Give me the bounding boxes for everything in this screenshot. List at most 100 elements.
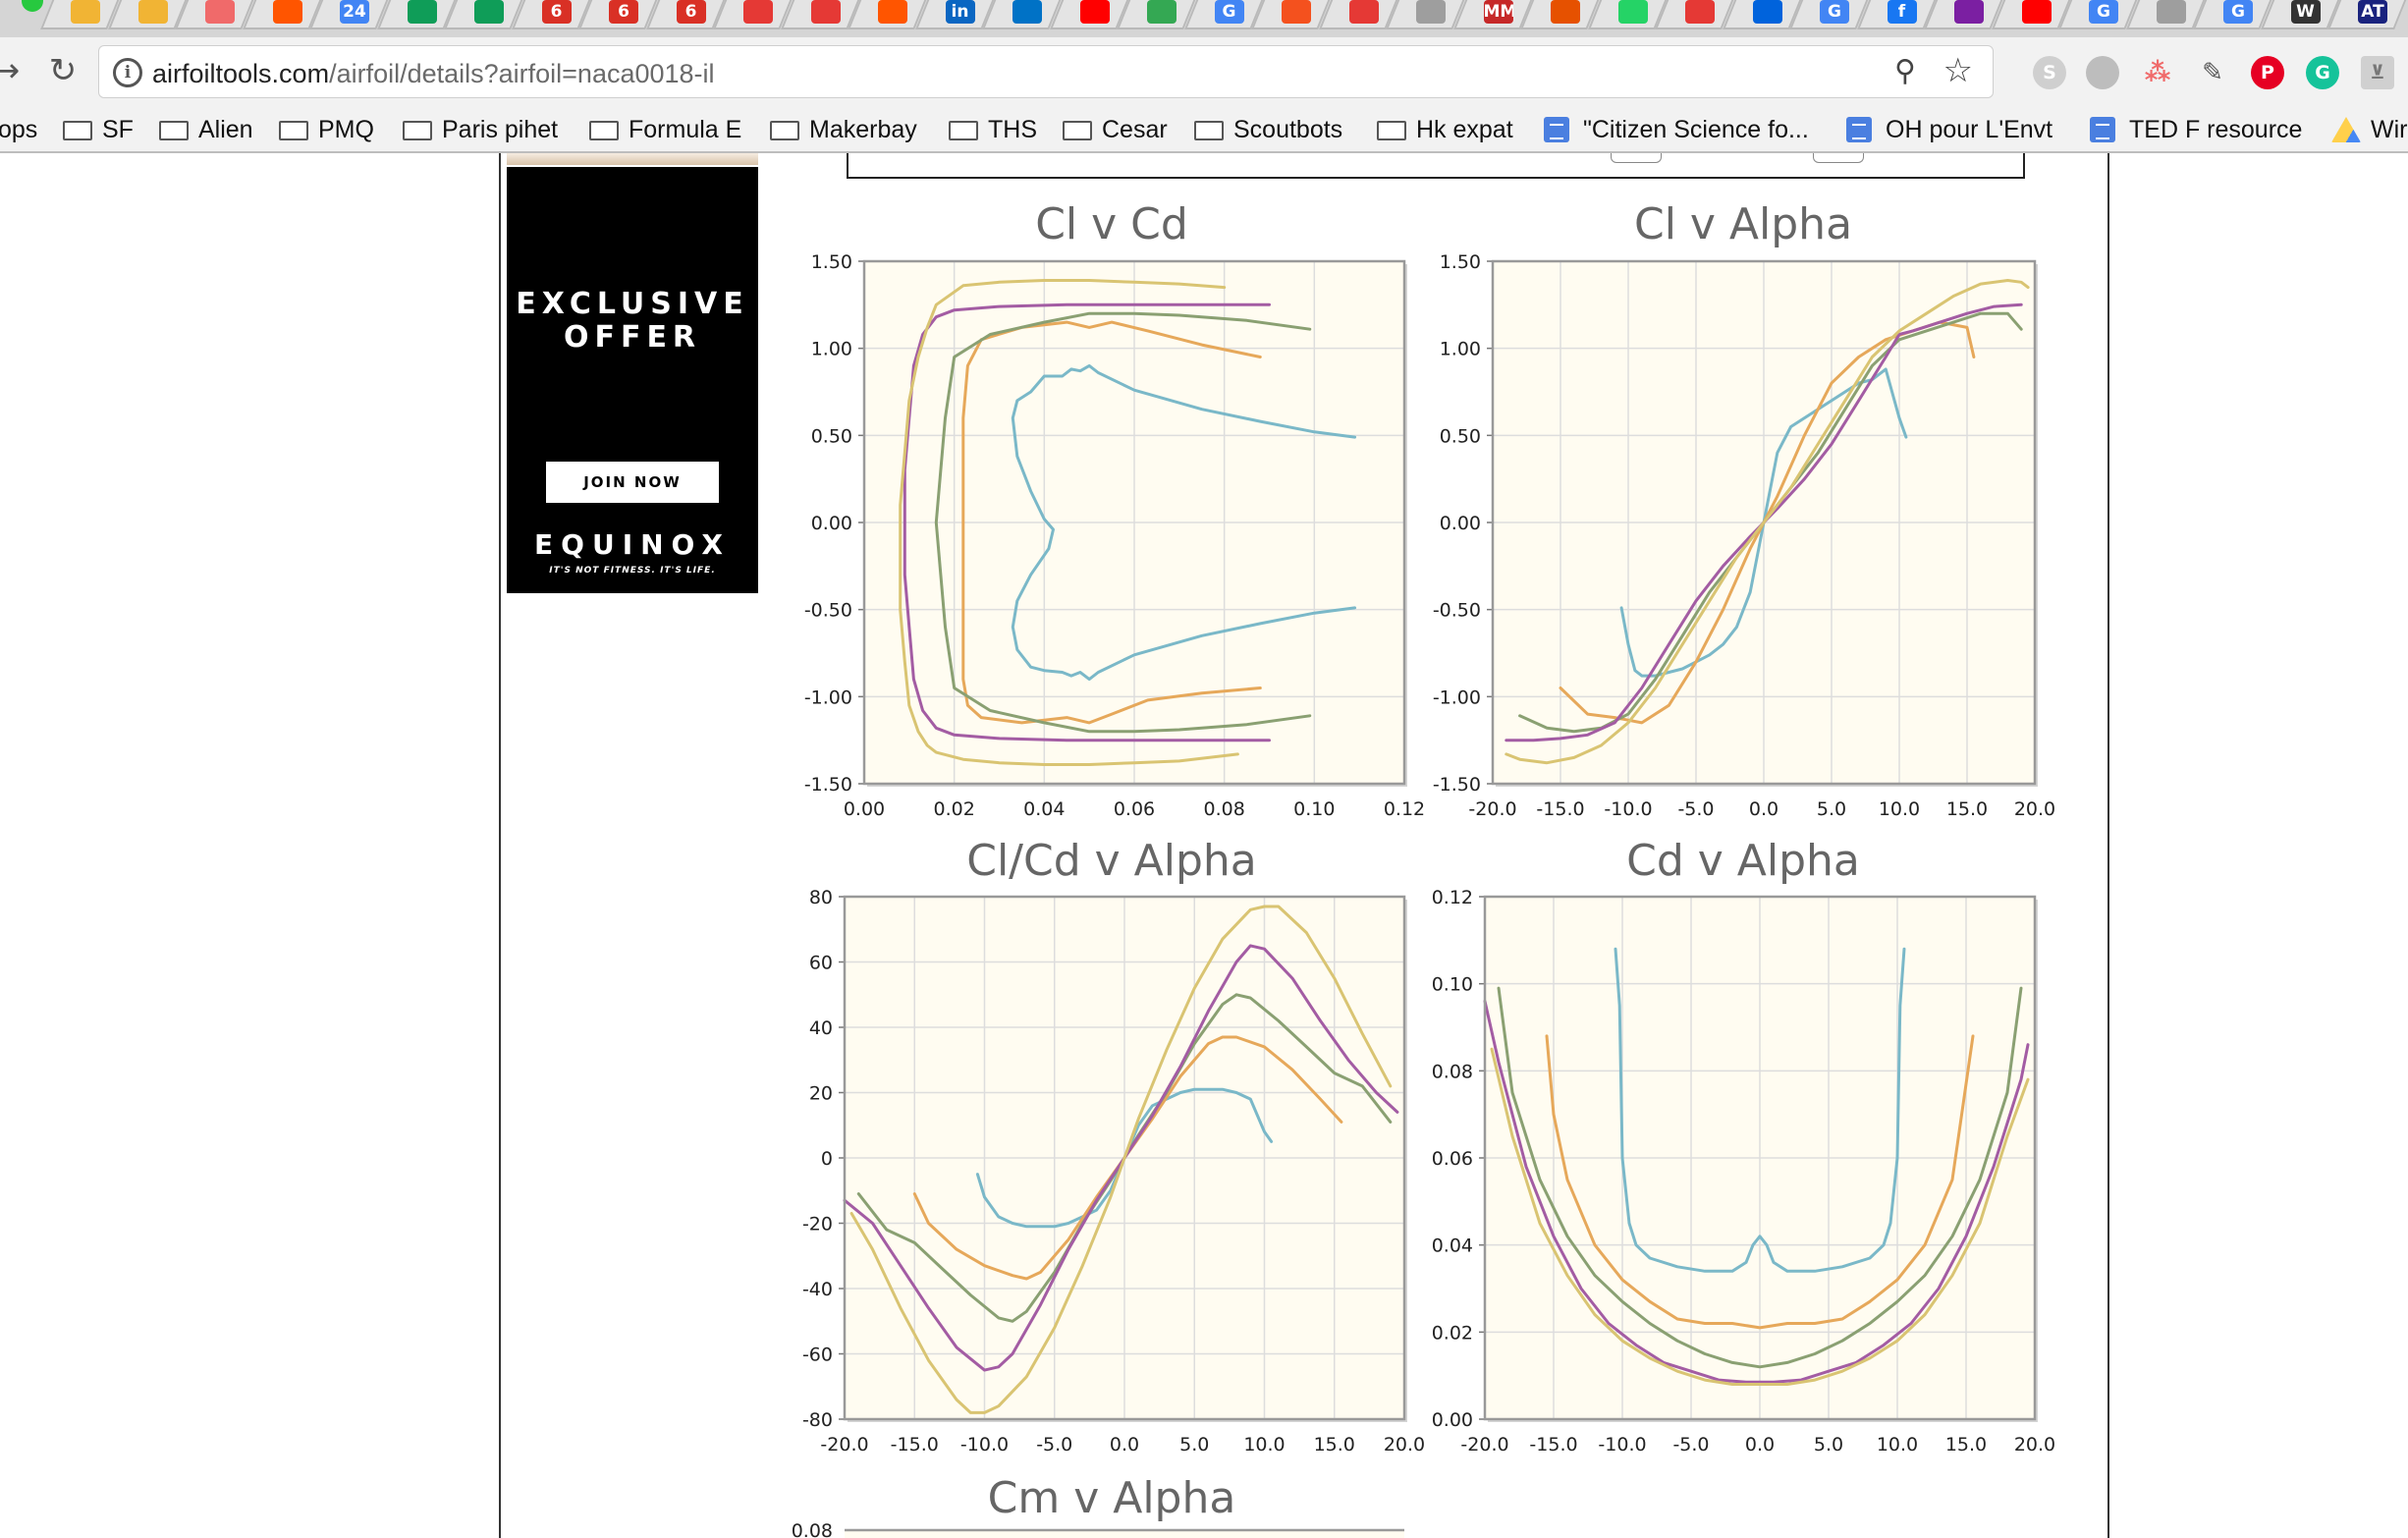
url-text[interactable]: airfoiltools.com/airfoil/details?airfoil… bbox=[152, 59, 715, 89]
x-tick-label: 0.08 bbox=[1204, 798, 1245, 820]
window-zoom-dot-icon[interactable] bbox=[22, 0, 43, 12]
y-tick-label: 0.00 bbox=[1440, 513, 1481, 534]
x-tick-label: -5.0 bbox=[1036, 1434, 1072, 1456]
mm-icon[interactable]: MM bbox=[1483, 0, 1513, 24]
ad-join-button[interactable]: JOIN NOW bbox=[546, 462, 719, 503]
x-tick-label: 5.0 bbox=[1179, 1434, 1209, 1456]
pocket-ext-icon[interactable]: ⊻ bbox=[2361, 56, 2394, 89]
pattern-icon[interactable] bbox=[1348, 0, 1379, 24]
gmail-icon[interactable]: 6 bbox=[541, 0, 572, 24]
chart-title-cl-cd: Cl v Cd bbox=[1035, 199, 1188, 249]
red-cross-icon[interactable] bbox=[810, 0, 841, 24]
chart-title-cl-alpha: Cl v Alpha bbox=[1633, 199, 1853, 249]
bookmark-label: Paris pihet bbox=[442, 116, 559, 143]
address-bar[interactable]: i airfoiltools.com/airfoil/details?airfo… bbox=[98, 45, 1994, 98]
browser-tab-strip: 24 6 6 6 in G MM Gf G G W AT bbox=[0, 0, 2408, 37]
google-icon[interactable]: G bbox=[1820, 0, 1849, 24]
x-tick-label: 20.0 bbox=[2014, 798, 2055, 820]
bookmark-label: Hk expat bbox=[1416, 116, 1513, 143]
y-tick-label: 1.50 bbox=[1440, 251, 1481, 273]
skype-ext-icon[interactable]: S bbox=[2033, 56, 2066, 89]
y-tick-label: -20 bbox=[802, 1214, 833, 1236]
airfoil-form-box bbox=[847, 153, 2025, 179]
equinox-ad[interactable]: EXCLUSIVE OFFER JOIN NOW EQUINOX IT'S NO… bbox=[507, 167, 758, 593]
url-path: /airfoil/details?airfoil=naca0018-il bbox=[329, 59, 715, 88]
form-control-stub[interactable] bbox=[1813, 153, 1864, 163]
asana-ext-icon[interactable]: ⁂ bbox=[2141, 56, 2174, 89]
flickr-icon[interactable] bbox=[1752, 0, 1782, 24]
youtube-icon[interactable] bbox=[2021, 0, 2052, 24]
bookmark-label: OH pour L'Envt bbox=[1886, 116, 2053, 143]
flame-icon[interactable] bbox=[1282, 0, 1311, 24]
y-tick-label: 1.50 bbox=[811, 251, 852, 273]
chrome-ext-icon[interactable] bbox=[1551, 0, 1580, 24]
x-tick-label: 15.0 bbox=[1946, 798, 1988, 820]
google-icon[interactable]: G bbox=[2089, 0, 2118, 24]
calendar-icon[interactable]: 24 bbox=[340, 0, 369, 24]
at-icon[interactable]: AT bbox=[2358, 0, 2387, 24]
folder-icon bbox=[589, 121, 619, 140]
zoom-icon[interactable]: ⚲ bbox=[1894, 54, 1916, 88]
soundcloud-icon[interactable] bbox=[878, 0, 907, 24]
y-tick-label: 0.06 bbox=[1432, 1148, 1473, 1170]
y-tick-label: 0.12 bbox=[1432, 887, 1473, 908]
gmail-icon[interactable]: 6 bbox=[676, 0, 706, 24]
stamp-icon[interactable] bbox=[1685, 0, 1715, 24]
eyedropper-ext-icon[interactable]: ✎ bbox=[2196, 56, 2229, 89]
outlook-icon[interactable] bbox=[1012, 0, 1042, 24]
google-icon[interactable]: G bbox=[2223, 0, 2253, 24]
y-tick-label: 0.08 bbox=[1432, 1061, 1473, 1082]
folder-icon bbox=[279, 121, 308, 140]
chart-clcd-v-alpha: -20.0 -15.0 -10.0 -5.0 0.0 5.0 10.0 15.0 20.0-80… bbox=[802, 887, 1425, 1456]
bookmark-label: PMQ bbox=[318, 116, 374, 143]
pinterest-ext-icon[interactable]: P bbox=[2251, 56, 2284, 89]
red-cross-icon[interactable] bbox=[743, 0, 773, 24]
folder-icon bbox=[63, 121, 92, 140]
y-tick-label: 0.10 bbox=[1432, 974, 1473, 996]
folder-icon bbox=[1194, 121, 1224, 140]
youtube-icon[interactable] bbox=[1079, 0, 1110, 24]
reload-icon[interactable]: ↻ bbox=[43, 49, 82, 92]
site-info-icon[interactable]: i bbox=[113, 58, 142, 87]
emoji-icon[interactable] bbox=[71, 0, 100, 24]
x-tick-label: 0.04 bbox=[1023, 798, 1065, 820]
emoji-icon[interactable] bbox=[137, 0, 168, 24]
bookmarks-bar: ops SF Alien PMQ Paris pihet Formula E Makerba… bbox=[0, 106, 2408, 153]
swirl-icon[interactable] bbox=[1954, 0, 1984, 24]
facebook-icon[interactable]: f bbox=[1887, 0, 1917, 24]
bookmark-label: ops bbox=[0, 116, 38, 143]
bookmark-star-icon[interactable]: ☆ bbox=[1943, 51, 1973, 90]
sheets-icon[interactable] bbox=[474, 0, 504, 24]
linkedin-icon[interactable]: in bbox=[945, 0, 975, 24]
x-tick-label: 10.0 bbox=[1877, 1434, 1918, 1456]
google-icon[interactable]: G bbox=[1214, 0, 1244, 24]
y-tick-label: -60 bbox=[802, 1345, 833, 1366]
x-tick-label: -20.0 bbox=[820, 1434, 868, 1456]
chat-ext-icon[interactable] bbox=[2086, 56, 2119, 89]
bookmark-label: Formula E bbox=[629, 116, 742, 143]
y-tick-label: 0.08 bbox=[792, 1520, 833, 1538]
wikipedia-icon[interactable]: W bbox=[2290, 0, 2321, 24]
whatsapp-icon[interactable] bbox=[1617, 0, 1648, 24]
docs-icon bbox=[1544, 117, 1569, 142]
docs-icon bbox=[2090, 117, 2115, 142]
grammarly-ext-icon[interactable]: G bbox=[2306, 56, 2339, 89]
bookmark-label: Wir bbox=[2371, 116, 2408, 143]
ad-headline-2: OFFER bbox=[563, 320, 702, 355]
browser-toolbar: → ↻ i airfoiltools.com/airfoil/details?a… bbox=[0, 37, 2408, 106]
page-icon[interactable] bbox=[1416, 0, 1446, 24]
maps-icon[interactable] bbox=[1147, 0, 1177, 24]
sheets-icon[interactable] bbox=[407, 0, 437, 24]
x-tick-label: -10.0 bbox=[1604, 798, 1652, 820]
x-tick-label: 0.06 bbox=[1114, 798, 1155, 820]
page-icon[interactable] bbox=[2156, 0, 2186, 24]
x-tick-label: 15.0 bbox=[1314, 1434, 1355, 1456]
gmail-icon[interactable]: 6 bbox=[609, 0, 638, 24]
asana-icon[interactable] bbox=[205, 0, 235, 24]
x-tick-label: 5.0 bbox=[1814, 1434, 1843, 1456]
bookmark-label: Alien bbox=[198, 116, 253, 143]
forward-arrow-icon[interactable]: → bbox=[0, 49, 26, 92]
form-control-stub[interactable] bbox=[1611, 153, 1662, 163]
y-tick-label: 80 bbox=[809, 887, 833, 908]
soundcloud-icon[interactable] bbox=[272, 0, 302, 24]
